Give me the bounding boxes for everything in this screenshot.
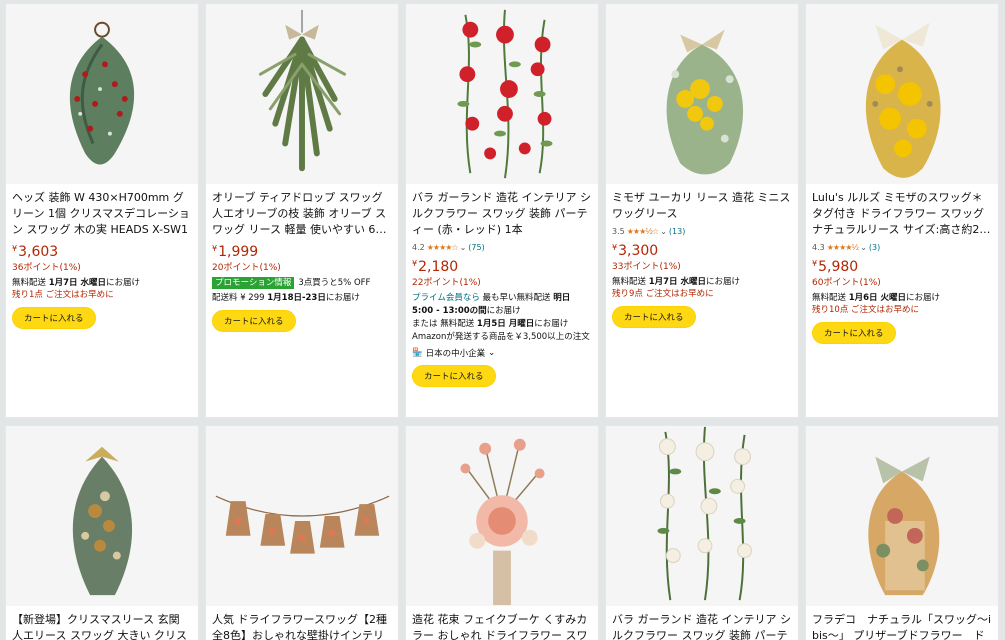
- star-rating-icon[interactable]: ★★★½☆: [627, 227, 659, 236]
- delivery-info: 配送料 ¥ 299 1月18日-23日にお届け: [212, 293, 360, 303]
- product-image[interactable]: [6, 4, 198, 184]
- review-count-link[interactable]: (13): [669, 227, 685, 236]
- product-title[interactable]: Lulu's ルルズ ミモザのスワッグ＊タグ付き ドライフラワー スワッグ ナチ…: [812, 190, 992, 238]
- add-to-cart-button[interactable]: カートに入れる: [612, 306, 696, 328]
- product-image[interactable]: [406, 4, 598, 184]
- review-count-link[interactable]: (3): [869, 243, 880, 252]
- chevron-down-icon: ⌄: [488, 348, 496, 358]
- product-image[interactable]: [206, 4, 398, 184]
- product-image[interactable]: [806, 426, 998, 606]
- star-rating-icon[interactable]: ★★★★½: [827, 243, 859, 252]
- product-card[interactable]: 造花 花束 フェイクブーケ くすみカラー おしゃれ ドライフラワー スワッグ: [405, 425, 599, 640]
- product-points: 33ポイント(1%): [612, 262, 681, 272]
- rating: 3.5 ★★★½☆ ⌄ (13): [612, 226, 686, 236]
- product-card[interactable]: ミモザ ユーカリ リース 造花 ミニスワッグリース 3.5 ★★★½☆ ⌄ (1…: [605, 3, 799, 418]
- product-card[interactable]: 【新登場】クリスマスリース 玄関 人エリース スワッグ 大きい クリスマス: [5, 425, 199, 640]
- product-image[interactable]: [806, 4, 998, 184]
- add-to-cart-button[interactable]: カートに入れる: [212, 310, 296, 332]
- product-image[interactable]: [606, 426, 798, 606]
- product-card[interactable]: 人気 ドライフラワースワッグ【2種全8色】おしゃれな壁掛けインテリア: [205, 425, 399, 640]
- product-price: ¥1,999: [212, 244, 259, 260]
- product-points: 22ポイント(1%): [412, 278, 481, 288]
- chevron-down-icon[interactable]: ⌄: [860, 243, 867, 252]
- product-image[interactable]: [6, 426, 198, 606]
- product-title[interactable]: ヘッズ 装飾 W 430×H700mm グリーン 1個 クリスマスデコレーション…: [12, 190, 192, 238]
- product-price: ¥3,300: [612, 243, 659, 259]
- product-card[interactable]: フラデコ ナチュラル「スワッグ～ibis～」 プリザーブドフラワー ド: [805, 425, 999, 640]
- store-icon: 🏪: [412, 348, 423, 358]
- rating: 4.2 ★★★★☆ ⌄ (75): [412, 242, 485, 252]
- chevron-down-icon[interactable]: ⌄: [460, 243, 467, 252]
- product-points: 60ポイント(1%): [812, 278, 881, 288]
- delivery-info: または 無料配送 1月5日 月曜日にお届け Amazonが発送する商品を￥3,5…: [412, 319, 590, 342]
- product-title[interactable]: 【新登場】クリスマスリース 玄関 人エリース スワッグ 大きい クリスマス: [12, 612, 192, 640]
- product-title[interactable]: 人気 ドライフラワースワッグ【2種全8色】おしゃれな壁掛けインテリア: [212, 612, 392, 640]
- product-price: ¥5,980: [812, 259, 859, 275]
- product-image[interactable]: [406, 426, 598, 606]
- product-card[interactable]: バラ ガーランド 造花 インテリア シルクフラワー スワッグ 装飾 パーティ: [605, 425, 799, 640]
- stock-warning: 残り9点 ご注文はお早めに: [612, 289, 714, 299]
- product-card[interactable]: バラ ガーランド 造花 インテリア シルクフラワー スワッグ 装飾 パーティー …: [405, 3, 599, 418]
- product-title[interactable]: 造花 花束 フェイクブーケ くすみカラー おしゃれ ドライフラワー スワッグ: [412, 612, 592, 640]
- rating: 4.3 ★★★★½ ⌄ (3): [812, 242, 881, 252]
- product-title[interactable]: バラ ガーランド 造花 インテリア シルクフラワー スワッグ 装飾 パーティ: [612, 612, 792, 640]
- small-business-badge[interactable]: 🏪 日本の中小企業 ⌄: [412, 347, 592, 359]
- star-rating-icon[interactable]: ★★★★☆: [427, 243, 459, 252]
- delivery-info: 無料配送 1月7日 水曜日にお届け: [12, 278, 141, 288]
- product-title[interactable]: フラデコ ナチュラル「スワッグ～ibis～」 プリザーブドフラワー ド: [812, 612, 992, 640]
- product-card[interactable]: オリーブ ティアドロップ スワッグ 人エオリーブの枝 装飾 オリーブ スワッグ …: [205, 3, 399, 418]
- add-to-cart-button[interactable]: カートに入れる: [812, 322, 896, 344]
- product-image[interactable]: [206, 426, 398, 606]
- add-to-cart-button[interactable]: カートに入れる: [12, 307, 96, 329]
- product-price: ¥2,180: [412, 259, 459, 275]
- stock-warning: 残り1点 ご注文はお早めに: [12, 290, 114, 300]
- promotion-badge[interactable]: プロモーション情報: [212, 277, 295, 289]
- product-points: 36ポイント(1%): [12, 263, 81, 273]
- product-title[interactable]: バラ ガーランド 造花 インテリア シルクフラワー スワッグ 装飾 パーティー …: [412, 190, 592, 238]
- product-image[interactable]: [606, 4, 798, 184]
- stock-warning: 残り10点 ご注文はお早めに: [812, 305, 920, 315]
- review-count-link[interactable]: (75): [468, 243, 484, 252]
- prime-delivery-info: プライム会員なら 最も早い無料配送 明日 5:00 - 13:00の間にお届け: [412, 293, 571, 316]
- product-price: ¥3,603: [12, 244, 59, 260]
- product-points: 20ポイント(1%): [212, 263, 281, 273]
- product-title[interactable]: ミモザ ユーカリ リース 造花 ミニスワッグリース: [612, 190, 792, 222]
- product-title[interactable]: オリーブ ティアドロップ スワッグ 人エオリーブの枝 装飾 オリーブ スワッグ …: [212, 190, 392, 238]
- delivery-info: 無料配送 1月7日 水曜日にお届け: [612, 277, 741, 287]
- chevron-down-icon[interactable]: ⌄: [660, 227, 667, 236]
- promotion-info: プロモーション情報 3点買うと5% OFF: [212, 277, 392, 289]
- product-card[interactable]: ヘッズ 装飾 W 430×H700mm グリーン 1個 クリスマスデコレーション…: [5, 3, 199, 418]
- delivery-info: 無料配送 1月6日 火曜日にお届け: [812, 293, 941, 303]
- add-to-cart-button[interactable]: カートに入れる: [412, 365, 496, 387]
- product-card[interactable]: Lulu's ルルズ ミモザのスワッグ＊タグ付き ドライフラワー スワッグ ナチ…: [805, 3, 999, 418]
